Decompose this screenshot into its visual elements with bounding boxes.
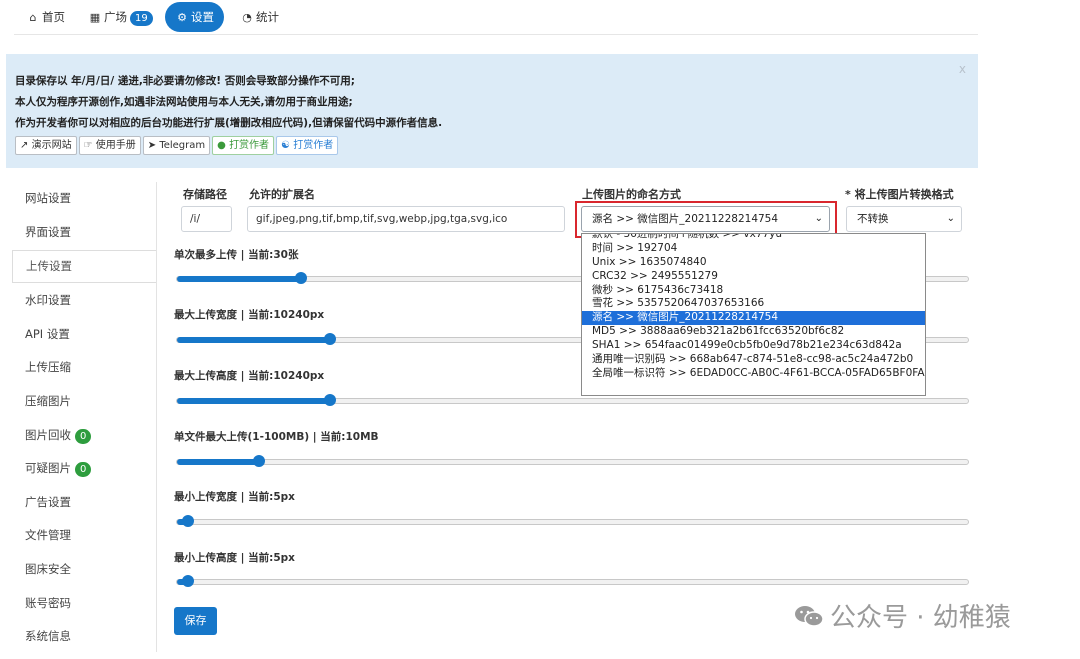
nav-settings[interactable]: ⚙ 设置: [165, 2, 224, 32]
top-nav: ⌂ 首页 ▦ 广场 19 ⚙ 设置 ◔ 统计: [14, 0, 978, 35]
slider-label-max-count: 单次最多上传 | 当前:30张: [174, 249, 299, 261]
sidebar-item-system[interactable]: 系统信息: [12, 620, 156, 654]
suspicious-count-badge: 0: [75, 462, 92, 478]
slider-label-min-height: 最小上传高度 | 当前:5px: [174, 552, 295, 564]
dropdown-option[interactable]: 全局唯一标识符 >> 6EDAD0CC-AB0C-4F61-BCCA-05FAD…: [582, 367, 925, 381]
grid-icon: ▦: [89, 11, 101, 24]
notice-line-2: 本人仅为程序开源创作,如遇非法网站使用与本人无关,请勿用于商业用途;: [15, 96, 353, 108]
wechat-icon: [795, 606, 824, 627]
slider-label-max-filesize: 单文件最大上传(1-100MB) | 当前:10MB: [174, 431, 379, 443]
slider-knob[interactable]: [324, 394, 337, 406]
telegram-icon: ➤: [147, 140, 157, 151]
sidebar-item-account[interactable]: 账号密码: [12, 587, 156, 621]
save-button[interactable]: 保存: [174, 607, 217, 635]
alipay-icon: ☯: [281, 140, 291, 151]
sidebar-item-compress-images[interactable]: 压缩图片: [12, 385, 156, 419]
notice-line-1: 目录保存以 年/月/日/ 递进,非必要请勿修改! 否则会导致部分操作不可用;: [15, 75, 355, 87]
nav-plaza-label: 广场: [104, 10, 127, 24]
sidebar-item-api[interactable]: API 设置: [12, 318, 156, 352]
dropdown-option[interactable]: 通用唯一识别码 >> 668ab647-c874-51e8-cc98-ac5c2…: [582, 353, 925, 367]
sidebar-item-site[interactable]: 网站设置: [12, 182, 156, 216]
watermark-text: 公众号 · 幼稚猿: [830, 603, 1011, 633]
sidebar-item-security[interactable]: 图床安全: [12, 553, 156, 587]
convert-label: * 将上传图片转换格式: [845, 188, 954, 201]
donate-wechat-button[interactable]: ● 打赏作者: [212, 136, 275, 155]
pie-chart-icon: ◔: [242, 11, 252, 24]
extensions-input[interactable]: gif,jpeg,png,tif,bmp,tif,svg,webp,jpg,tg…: [247, 206, 565, 232]
naming-dropdown-list: 默认 - 36进制时间+随机数 >> vx77yu 时间 >> 192704 U…: [581, 233, 926, 396]
slider-min-width[interactable]: [176, 515, 969, 527]
dropdown-option-selected[interactable]: 源名 >> 微信图片_20211228214754: [582, 311, 925, 326]
slider-fill: [177, 398, 331, 404]
close-icon[interactable]: x: [959, 62, 966, 76]
slider-fill: [177, 337, 331, 343]
recycle-count-badge: 0: [75, 428, 92, 444]
slider-knob[interactable]: [182, 515, 195, 527]
slider-fill: [177, 276, 302, 282]
convert-select[interactable]: 不转换 ⌄: [846, 206, 962, 232]
dropdown-option[interactable]: 雪花 >> 5357520647037653166: [582, 297, 925, 311]
slider-max-height[interactable]: [176, 394, 969, 406]
slider-knob[interactable]: [182, 575, 195, 587]
wechat-icon: ●: [217, 140, 226, 151]
slider-knob[interactable]: [253, 455, 266, 467]
sidebar-item-suspicious[interactable]: 可疑图片 0: [12, 452, 156, 486]
notice-line-3: 作为开发者你可以对相应的后台功能进行扩展(增删改相应代码),但请保留代码中源作者…: [15, 117, 443, 129]
hand-pointer-icon: ☞: [83, 140, 93, 151]
nav-stats[interactable]: ◔ 统计: [240, 6, 279, 28]
nav-home[interactable]: ⌂ 首页: [26, 6, 66, 28]
slider-min-height[interactable]: [176, 575, 969, 587]
storage-path-label: 存储路径: [183, 188, 227, 201]
slider-label-max-height: 最大上传高度 | 当前:10240px: [174, 370, 325, 382]
home-icon: ⌂: [29, 11, 37, 24]
dropdown-option[interactable]: SHA1 >> 654faac01499e0cb5fb0e9d78b21e234…: [582, 339, 925, 353]
dropdown-option[interactable]: Unix >> 1635074840: [582, 256, 925, 270]
external-link-icon: ↗: [20, 140, 29, 151]
nav-settings-label: 设置: [191, 10, 214, 24]
notice-buttons: ↗ 演示网站 ☞ 使用手册 ➤ Telegram ● 打赏作者 ☯ 打赏作者: [15, 136, 340, 155]
storage-path-input[interactable]: /i/: [181, 206, 232, 232]
settings-sidebar: 网站设置 界面设置 上传设置 水印设置 API 设置 上传压缩 压缩图片 图片回…: [12, 182, 157, 654]
sidebar-item-upload-compress[interactable]: 上传压缩: [12, 351, 156, 385]
dropdown-option[interactable]: CRC32 >> 2495551279: [582, 270, 925, 284]
manual-button[interactable]: ☞ 使用手册: [78, 136, 141, 155]
nav-home-label: 首页: [42, 10, 65, 24]
sidebar-item-interface[interactable]: 界面设置: [12, 216, 156, 250]
sidebar-item-recycle[interactable]: 图片回收 0: [12, 419, 156, 453]
plaza-count-badge: 19: [130, 11, 153, 26]
slider-knob[interactable]: [295, 272, 308, 284]
naming-label: 上传图片的命名方式: [582, 188, 681, 201]
chevron-down-icon: ⌄: [946, 213, 955, 224]
sidebar-item-ads[interactable]: 广告设置: [12, 486, 156, 520]
extensions-label: 允许的扩展名: [249, 188, 315, 201]
wechat-watermark: 公众号 · 幼稚猿: [794, 597, 1011, 634]
dropdown-option[interactable]: 微秒 >> 6175436c73418: [582, 284, 925, 298]
sidebar-divider: [156, 182, 157, 652]
slider-knob[interactable]: [324, 333, 337, 345]
sidebar-item-files[interactable]: 文件管理: [12, 519, 156, 553]
notice-box: x 目录保存以 年/月/日/ 递进,非必要请勿修改! 否则会导致部分操作不可用;…: [6, 54, 978, 168]
dropdown-option[interactable]: 时间 >> 192704: [582, 242, 925, 256]
sidebar-item-upload[interactable]: 上传设置: [12, 250, 157, 284]
demo-site-button[interactable]: ↗ 演示网站: [15, 136, 77, 155]
donate-alipay-button[interactable]: ☯ 打赏作者: [276, 136, 339, 155]
slider-label-min-width: 最小上传宽度 | 当前:5px: [174, 491, 295, 503]
telegram-button[interactable]: ➤ Telegram: [142, 136, 211, 155]
dropdown-option[interactable]: 默认 - 36进制时间+随机数 >> vx77yu: [582, 234, 925, 242]
gears-icon: ⚙: [177, 11, 187, 24]
slider-label-max-width: 最大上传宽度 | 当前:10240px: [174, 309, 325, 321]
sidebar-item-watermark[interactable]: 水印设置: [12, 284, 156, 318]
slider-fill: [177, 459, 260, 465]
nav-plaza[interactable]: ▦ 广场 19: [88, 6, 153, 28]
slider-max-filesize[interactable]: [176, 455, 969, 467]
dropdown-option[interactable]: MD5 >> 3888aa69eb321a2b61fcc63520bf6c82: [582, 325, 925, 339]
nav-stats-label: 统计: [256, 10, 279, 24]
